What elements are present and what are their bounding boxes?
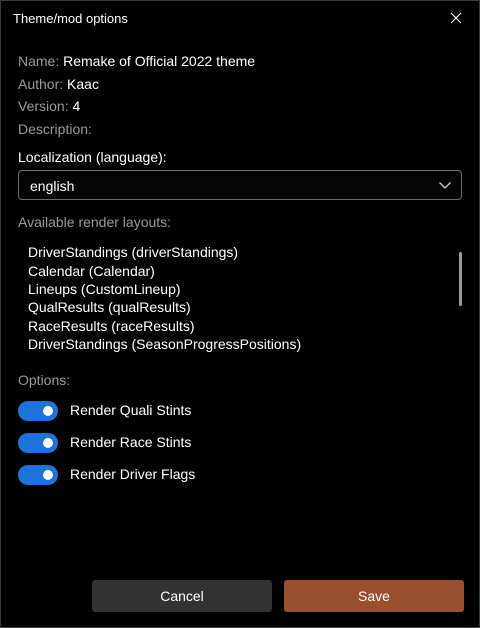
author-value: Kaac	[67, 76, 99, 92]
render-race-stints-label: Render Race Stints	[70, 434, 192, 450]
toggle-knob	[43, 438, 53, 448]
window-title: Theme/mod options	[13, 11, 128, 26]
close-icon	[450, 12, 462, 24]
render-race-stints-toggle[interactable]	[18, 433, 58, 453]
options-dialog: Theme/mod options Name: Remake of Offici…	[0, 0, 480, 628]
version-label: Version:	[18, 98, 69, 114]
layouts-label: Available render layouts:	[18, 214, 172, 230]
render-layouts-list[interactable]: DriverStandings (driverStandings) Calend…	[18, 239, 466, 357]
toggle-render-race-stints-row: Render Race Stints	[18, 433, 318, 457]
list-item[interactable]: Lineups (CustomLineup)	[28, 281, 181, 297]
chevron-down-icon	[439, 182, 451, 189]
list-item[interactable]: DriverStandings (SeasonProgressPositions…	[28, 336, 301, 352]
close-button[interactable]	[445, 7, 467, 29]
toggle-render-quali-stints-row: Render Quali Stints	[18, 401, 318, 425]
render-quali-stints-label: Render Quali Stints	[70, 402, 192, 418]
save-button[interactable]: Save	[284, 580, 464, 612]
list-item[interactable]: QualResults (qualResults)	[28, 299, 191, 315]
title-bar: Theme/mod options	[1, 1, 479, 35]
author-label: Author:	[18, 76, 64, 92]
render-quali-stints-toggle[interactable]	[18, 401, 58, 421]
name-value: Remake of Official 2022 theme	[63, 53, 256, 69]
list-item[interactable]: DriverStandings (driverStandings)	[28, 244, 238, 260]
theme-description-row: Description:	[18, 121, 92, 137]
name-label: Name:	[18, 53, 60, 69]
toggle-knob	[43, 470, 53, 480]
list-item[interactable]: RaceResults (raceResults)	[28, 318, 195, 334]
render-driver-flags-toggle[interactable]	[18, 465, 58, 485]
theme-version-row: Version: 4	[18, 98, 80, 114]
layouts-scrollbar[interactable]	[459, 252, 462, 306]
render-driver-flags-label: Render Driver Flags	[70, 466, 196, 482]
toggle-knob	[43, 406, 53, 416]
localization-label: Localization (language):	[18, 149, 167, 165]
localization-select[interactable]: english	[18, 170, 462, 200]
theme-name-row: Name: Remake of Official 2022 theme	[18, 53, 255, 69]
version-value: 4	[72, 98, 81, 114]
list-item[interactable]: Calendar (Calendar)	[28, 263, 155, 279]
options-label: Options:	[18, 372, 71, 388]
description-label: Description:	[18, 121, 92, 137]
theme-author-row: Author: Kaac	[18, 76, 99, 92]
cancel-button[interactable]: Cancel	[92, 580, 272, 612]
toggle-render-driver-flags-row: Render Driver Flags	[18, 465, 318, 489]
localization-selected-value: english	[30, 178, 75, 194]
